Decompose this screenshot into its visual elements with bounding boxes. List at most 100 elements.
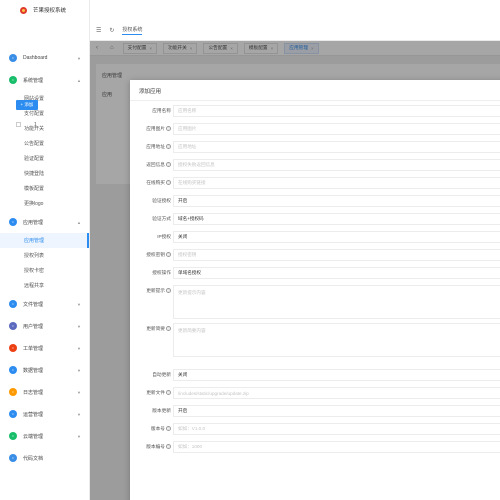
form-input[interactable]: 授权密钥: [173, 249, 500, 261]
sidebar-subitem[interactable]: 验证配置: [0, 151, 89, 166]
form-row: 返回信息? 授权失败返回信息: [130, 159, 500, 171]
chevron-down-icon: ▼: [77, 433, 81, 439]
sidebar-subitem[interactable]: 网站设置: [0, 91, 89, 106]
sidebar-subitem[interactable]: 模板配置: [0, 181, 89, 196]
form-label: IP授权: [130, 234, 172, 240]
sidebar-subitem[interactable]: 快捷登陆: [0, 166, 89, 181]
form-select[interactable]: 域名+授权码: [173, 213, 500, 225]
form-input[interactable]: 授权失败返回信息: [173, 159, 500, 171]
form-textarea[interactable]: 更新简要内容: [173, 323, 500, 357]
form-select[interactable]: 单域名授权: [173, 267, 500, 279]
sidebar-item[interactable]: • 日志管理 ▼: [0, 381, 89, 403]
brand-bar: [90, 0, 500, 20]
sidebar-item-label: 代码文档: [23, 455, 44, 462]
form-label-text: 版本号: [150, 426, 165, 431]
modal-divider: [130, 100, 500, 101]
app-icon: •: [9, 218, 17, 226]
form-label-text: 更新文件: [146, 390, 165, 395]
help-icon[interactable]: ?: [166, 426, 171, 432]
table-cell: 1: [34, 122, 37, 128]
app-logo[interactable]: 芒果授权系统: [0, 0, 89, 20]
user-icon: •: [9, 322, 17, 330]
menu-toggle-icon[interactable]: ☰: [96, 27, 101, 34]
sidebar-item[interactable]: • 代码文档: [0, 447, 89, 469]
form-row: 在线购买? 在线购买链接: [130, 177, 500, 189]
help-icon[interactable]: ?: [166, 390, 171, 396]
sidebar-item[interactable]: • 文件管理 ▼: [0, 293, 89, 315]
help-icon[interactable]: ?: [166, 144, 171, 150]
form-label-text: 版本更新: [152, 408, 171, 413]
form-select[interactable]: 关闭: [173, 369, 500, 381]
gear-icon: •: [9, 76, 17, 84]
form-textarea[interactable]: 更新提示内容: [173, 285, 500, 319]
form-input[interactable]: 在线购买链接: [173, 177, 500, 189]
help-icon[interactable]: ?: [166, 252, 171, 258]
form-row: 自动更新 关闭: [130, 369, 500, 381]
form-input[interactable]: 应用名称: [173, 105, 500, 117]
dashboard-icon: •: [9, 54, 17, 62]
sidebar-item[interactable]: • 工单管理 ▼: [0, 337, 89, 359]
sidebar-subitem[interactable]: 支付配置: [0, 106, 89, 121]
help-icon[interactable]: ?: [166, 180, 171, 186]
help-icon[interactable]: ?: [166, 326, 171, 332]
refresh-icon[interactable]: ↻: [109, 27, 114, 34]
form-label-text: 验证方式: [152, 216, 171, 221]
sidebar-subitem[interactable]: 功能开关: [0, 121, 89, 136]
form-label: 授权密钥?: [130, 252, 172, 258]
form-select[interactable]: 关闭: [173, 231, 500, 243]
form-input[interactable]: /includes/static/upgrade/update.zip: [173, 387, 500, 399]
help-icon[interactable]: ?: [166, 288, 171, 294]
form-label: 更新文件?: [130, 390, 172, 396]
form-input[interactable]: 应用图片: [173, 123, 500, 135]
form-input[interactable]: 应用地址: [173, 141, 500, 153]
form-label: 验证方式: [130, 216, 172, 222]
form-label: 应用名称: [130, 108, 172, 114]
ticket-icon: •: [9, 344, 17, 352]
help-icon[interactable]: ?: [166, 444, 171, 450]
form-label-text: 在线购买: [146, 180, 165, 185]
sidebar-subitem[interactable]: 授权列表: [0, 248, 89, 263]
form-label-text: IP授权: [157, 234, 171, 239]
form-label-text: 授权密钥: [146, 252, 165, 257]
help-icon[interactable]: ?: [166, 126, 171, 132]
sidebar-subitem[interactable]: 远程共享: [0, 278, 89, 293]
database-icon: •: [9, 366, 17, 374]
form-label-text: 更新简要: [146, 326, 165, 331]
chevron-up-icon: ▲: [77, 219, 81, 225]
form-label-text: 版本编号: [146, 444, 165, 449]
form-input[interactable]: 如如：V1.0.0: [173, 423, 500, 435]
sidebar-item[interactable]: • 数据管理 ▼: [0, 359, 89, 381]
form-select[interactable]: 开启: [173, 195, 500, 207]
sidebar-item[interactable]: • 系统管理 ▲: [0, 69, 89, 91]
form-label-text: 授权操作: [152, 270, 171, 275]
sidebar-menu: • Dashboard ▼ • 系统管理 ▲ 网站设置 支付配置 功能开关 公告配置 验证配置 快捷登…: [0, 20, 89, 469]
sidebar-item[interactable]: • Dashboard ▼: [0, 47, 89, 69]
sidebar-subitem[interactable]: 应用管理: [0, 233, 89, 248]
form-label: 更新简要?: [130, 326, 172, 332]
add-button[interactable]: + 添加: [16, 100, 38, 110]
sidebar-item[interactable]: • 应用管理 ▲: [0, 211, 89, 233]
sidebar-item[interactable]: • 云端管理 ▼: [0, 425, 89, 447]
sidebar-subitem[interactable]: 公告配置: [0, 136, 89, 151]
form-label-text: 返回信息: [146, 162, 165, 167]
form-row: 更新文件?/includes/static/upgrade/update.zip: [130, 387, 500, 399]
form-label: 授权操作: [130, 270, 172, 276]
form-label-text: 应用名称: [152, 108, 171, 113]
sidebar-item[interactable]: • 用户管理 ▼: [0, 315, 89, 337]
log-icon: •: [9, 388, 17, 396]
form-row: 版本号? 如如：V1.0.0: [130, 423, 500, 435]
form-label: 版本更新: [130, 408, 172, 414]
cloud-icon: •: [9, 432, 17, 440]
row-checkbox[interactable]: [16, 122, 21, 127]
help-icon[interactable]: ?: [166, 162, 171, 168]
form-select[interactable]: 开启: [173, 405, 500, 417]
sidebar-subitem[interactable]: 更换logo: [0, 196, 89, 211]
add-app-modal: 添加应用 应用名称 应用名称 应用图片? 应用图片 应用地址? 应用地址 返回信息? 授权失败…: [130, 80, 500, 500]
sidebar-subitem[interactable]: 授权卡密: [0, 263, 89, 278]
page-title: 授权系统: [122, 26, 143, 35]
form-input[interactable]: 如如：1000: [173, 441, 500, 453]
form-row: IP授权 关闭: [130, 231, 500, 243]
code-doc-icon: •: [9, 454, 17, 462]
sidebar-item[interactable]: • 运营管理 ▼: [0, 403, 89, 425]
chevron-down-icon: ▼: [77, 389, 81, 395]
